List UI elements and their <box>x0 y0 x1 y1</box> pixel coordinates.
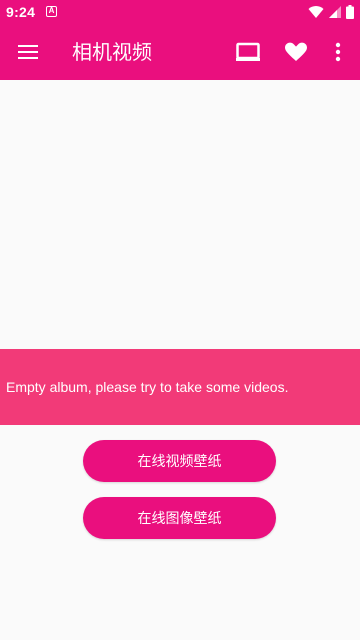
cast-screen-button[interactable] <box>228 32 268 72</box>
online-video-wallpaper-button[interactable]: 在线视频壁纸 <box>83 440 276 482</box>
wifi-icon <box>308 6 324 19</box>
favorite-button[interactable] <box>276 32 316 72</box>
battery-icon <box>346 5 354 19</box>
status-icons <box>308 4 354 20</box>
empty-album-message: Empty album, please try to take some vid… <box>6 379 289 395</box>
app-bar: 相机视频 <box>0 24 360 80</box>
status-bar: 9:24 A <box>0 0 360 24</box>
heart-icon <box>285 42 307 61</box>
cast-screen-icon <box>236 42 260 61</box>
online-image-wallpaper-button[interactable]: 在线图像壁纸 <box>83 497 276 539</box>
more-vert-icon <box>335 42 341 62</box>
empty-album-banner: Empty album, please try to take some vid… <box>0 349 360 425</box>
signal-icon <box>329 6 341 18</box>
status-time: 9:24 <box>6 4 36 20</box>
menu-icon <box>18 45 38 59</box>
app-title: 相机视频 <box>72 40 152 64</box>
notification-a-icon: A <box>46 6 57 17</box>
more-options-button[interactable] <box>318 32 358 72</box>
menu-button[interactable] <box>8 32 48 72</box>
